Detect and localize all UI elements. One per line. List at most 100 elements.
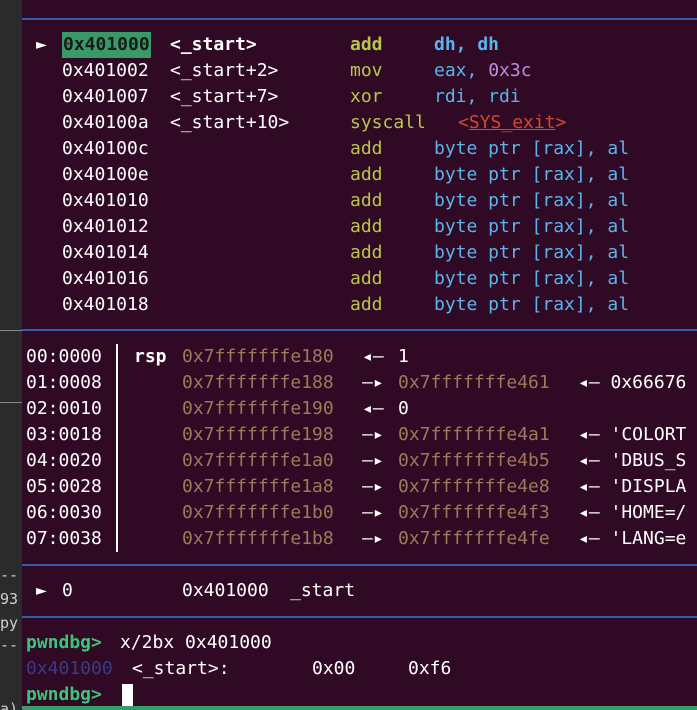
frame-index: 0 [62,580,73,601]
current-frame-arrow-icon: ► [36,580,47,601]
operand-part: rdi, rdi [434,86,521,107]
stack-value: ◂— 'DBUS_S [578,450,687,471]
operand-part: byte ptr [rax], al [434,138,630,159]
instruction-operands: byte ptr [rax], al [434,136,629,162]
instruction-operands: byte ptr [rax], al [434,162,629,188]
pointer-arrow-icon: —▸ [362,476,384,497]
pointer-arrow-icon: ◂— [362,398,384,419]
gutter-text: 93 [0,590,19,608]
stack-offset: 03:0018 [26,424,102,445]
stack-address: 0x7fffffffe198 [182,424,334,445]
instruction-operands: byte ptr [rax], al [434,240,629,266]
stack-address: 0x7fffffffe1b0 [182,502,334,523]
instruction-address: 0x401000 [62,32,151,58]
output-symbol: <_start>: [132,658,230,679]
command-output: 0x401000 <_start>: 0x00 0xf6 [22,656,451,682]
instruction-address: 0x40100e [62,164,149,185]
stack-value: 0 [398,398,409,419]
instruction-address: 0x401002 [62,60,149,81]
stack-offset: 05:0028 [26,476,102,497]
gutter-text: py [0,614,19,632]
operand-part: dh, dh [434,34,500,55]
instruction-address: 0x40100c [62,138,149,159]
register-label: rsp [134,346,167,367]
stack-offset: 06:0030 [26,502,102,523]
pointed-address: 0x7fffffffe4fe [398,528,550,549]
instruction-operands: byte ptr [rax], al [434,188,629,214]
output-address: 0x401000 [26,658,113,679]
section-separator [22,329,697,331]
stack-value: ◂— 'COLORT [578,424,687,445]
operand-part: byte ptr [rax], al [434,242,630,263]
status-strip [22,706,697,710]
instruction-operands: eax, 0x3c [434,58,532,84]
pointer-arrow-icon: —▸ [362,424,384,445]
section-separator [22,616,697,618]
instruction-mnemonic: add [350,190,383,211]
output-byte: 0xf6 [408,658,452,679]
stack-offset: 01:0008 [26,372,102,393]
pointer-arrow-icon: —▸ [362,502,384,523]
instruction-operands: byte ptr [rax], al [434,266,629,292]
instruction-address: 0x401012 [62,216,149,237]
pointer-arrow-icon: ◂— [362,346,384,367]
stack-value: ◂— 'LANG=e [578,528,687,549]
instruction-operands: byte ptr [rax], al [434,214,629,240]
pointed-address: 0x7fffffffe4a1 [398,424,550,445]
instruction-symbol: <_start+7> [170,86,279,107]
instruction-mnemonic: add [350,216,383,237]
stack-value: 1 [398,346,409,367]
pointed-address: 0x7fffffffe4b5 [398,450,550,471]
stack-address: 0x7fffffffe180 [182,346,334,367]
current-instruction-arrow-icon: ► [36,34,47,55]
gutter-text: -- [0,636,19,654]
prompt-label: pwndbg> [26,684,102,705]
instruction-address: 0x401016 [62,268,149,289]
pointed-address: 0x7fffffffe4f3 [398,502,550,523]
gutter-divider [0,330,22,331]
instruction-address: 0x401010 [62,190,149,211]
pointed-address: 0x7fffffffe4e8 [398,476,550,497]
instruction-operands: dh, dh [434,32,499,58]
gutter-text: a) [0,700,19,710]
operand-part: byte ptr [rax], al [434,294,630,315]
operand-part: eax, [434,60,489,81]
instruction-mnemonic: add [350,242,383,263]
instruction-symbol: <_start> [170,34,257,55]
command-line: pwndbg> x/2bx 0x401000 [22,630,272,656]
stack-address: 0x7fffffffe190 [182,398,334,419]
pointer-arrow-icon: —▸ [362,372,384,393]
stack-value: ◂— 'DISPLA [578,476,687,497]
stack-address: 0x7fffffffe1a8 [182,476,334,497]
instruction-mnemonic: add [350,294,383,315]
operand-part: byte ptr [rax], al [434,268,630,289]
instruction-operands: rdi, rdi [434,84,521,110]
operand-part: > [555,112,567,133]
terminal-window[interactable]: ► 0x401000 <_start> add dh, dh 0x401002 <_star… [22,0,697,710]
stack-offset: 04:0020 [26,450,102,471]
text-cursor[interactable] [122,684,133,706]
prompt-label: pwndbg> [26,632,102,653]
gutter-text: -- [0,566,19,584]
pointer-arrow-icon: —▸ [362,528,384,549]
instruction-mnemonic: add [350,138,383,159]
instruction-address: 0x401014 [62,242,149,263]
gutter-divider [0,402,22,403]
instruction-mnemonic: add [350,164,383,185]
input-line[interactable]: pwndbg> [22,682,133,708]
frame-address: 0x401000 [182,580,269,601]
operand-part: < [458,112,469,133]
operand-part: 0x3c [488,60,532,81]
frame-symbol: _start [290,580,356,601]
operand-part: byte ptr [rax], al [434,190,630,211]
pointer-arrow-icon: —▸ [362,450,384,471]
stack-offset: 02:0010 [26,398,102,419]
stack-address: 0x7fffffffe1b8 [182,528,334,549]
instruction-address: 0x40100a [62,112,149,133]
operand-part: byte ptr [rax], al [434,164,630,185]
stack-address: 0x7fffffffe1a0 [182,450,334,471]
instruction-operands: <SYS_exit> [458,110,566,136]
section-separator [22,564,697,566]
instruction-mnemonic: add [350,34,383,55]
stack-value: ◂— 0x66676 [578,372,687,393]
